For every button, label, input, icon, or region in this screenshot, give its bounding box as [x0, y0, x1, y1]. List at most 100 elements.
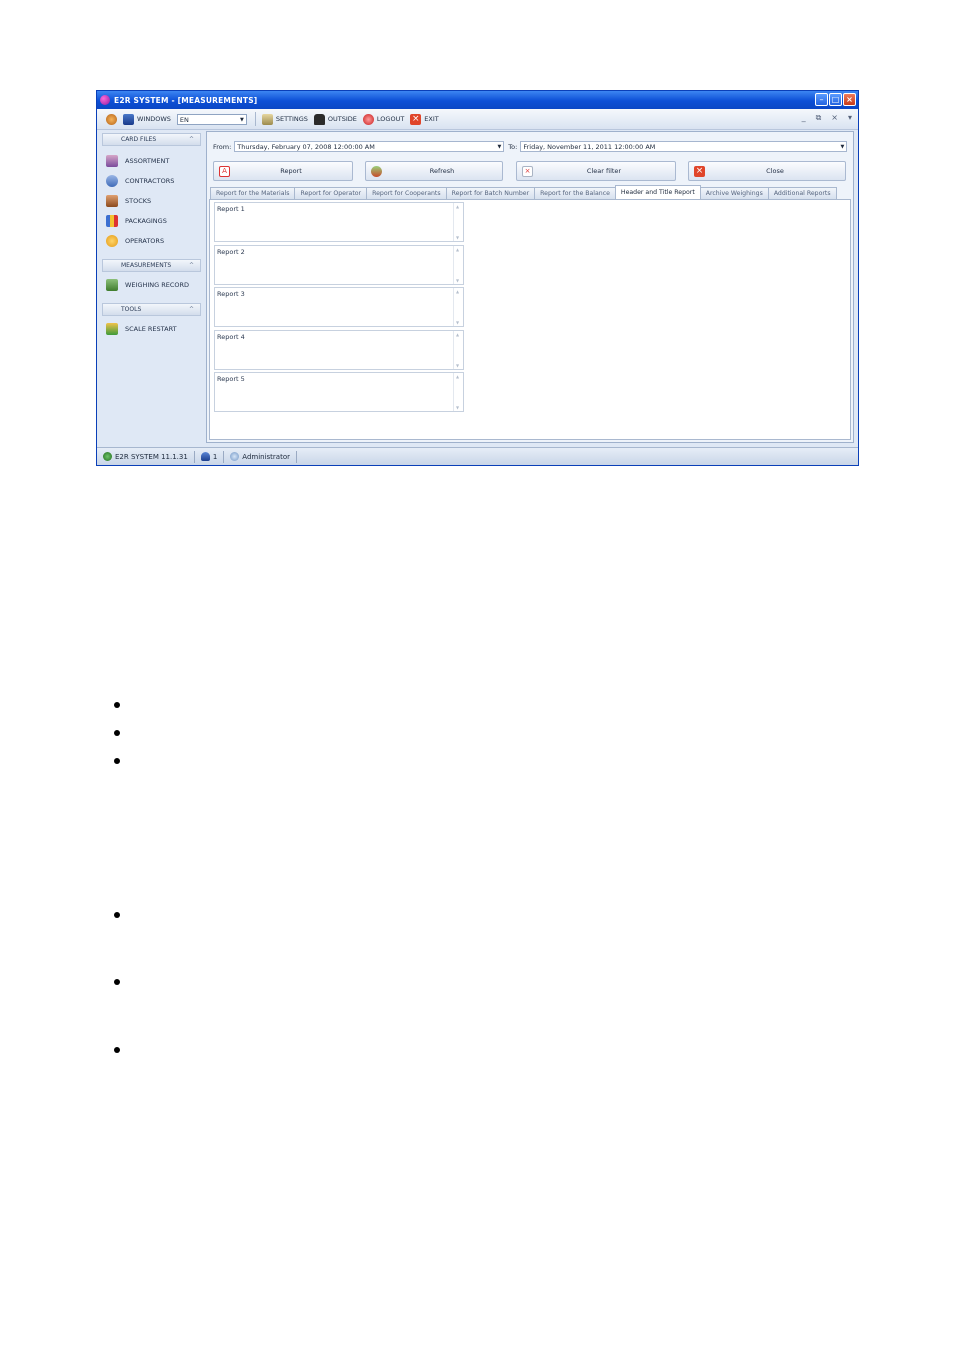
user-count-text: 1	[212, 452, 218, 461]
scrollbar[interactable]: ▲ ▼	[453, 373, 463, 411]
exit-icon: ×	[410, 113, 422, 125]
section-tools[interactable]: TOOLS ^	[102, 303, 201, 316]
to-date-picker[interactable]: Friday, November 11, 2011 12:00:00 AM ▼	[520, 141, 848, 152]
language-value: EN	[179, 115, 189, 124]
sidebar-item-label: WEIGHING RECORD	[125, 281, 190, 289]
clear-filter-icon: ×	[522, 165, 533, 177]
sidebar-item-contractors[interactable]: CONTRACTORS	[99, 171, 204, 191]
clear-filter-button[interactable]: × Clear filter	[516, 161, 676, 181]
report-label: Report 2	[217, 248, 245, 256]
from-date-picker[interactable]: Thursday, February 07, 2008 12:00:00 AM …	[234, 141, 505, 152]
sidebar-item-scale-restart[interactable]: SCALE RESTART	[99, 319, 204, 339]
close-window-button[interactable]: ×	[843, 93, 856, 106]
scrollbar[interactable]: ▲ ▼	[453, 203, 463, 241]
chevron-down-icon: ▼	[840, 144, 845, 150]
chevron-down-icon: ▼	[240, 116, 244, 123]
action-buttons: A Report Refresh × Clear filter × Close	[213, 161, 849, 181]
tab-balance[interactable]: Report for the Balance	[534, 187, 616, 199]
window-title: E2R SYSTEM - [MEASUREMENTS]	[114, 95, 258, 105]
app-logo-icon	[100, 95, 110, 105]
tab-content: Report 1 ▲ ▼ Report 2 ▲ ▼ Report 3 ▲ ▼ Repo…	[209, 199, 851, 440]
report-4-textarea[interactable]: Report 4 ▲ ▼	[214, 330, 464, 370]
from-date-value: Thursday, February 07, 2008 12:00:00 AM	[237, 143, 375, 151]
main-toolbar: WINDOWS EN ▼ SETTINGS OUTSIDE LOGOUT × E…	[97, 109, 858, 130]
monitor-icon	[123, 113, 134, 125]
close-button[interactable]: × Close	[688, 161, 846, 181]
section-title: CARD FILES	[121, 136, 157, 143]
report-2-textarea[interactable]: Report 2 ▲ ▼	[214, 245, 464, 285]
report-panel: From: Thursday, February 07, 2008 12:00:…	[206, 131, 854, 443]
scrollbar[interactable]: ▲ ▼	[453, 288, 463, 326]
tab-header-and-title-report[interactable]: Header and Title Report	[614, 185, 701, 199]
settings-button[interactable]: SETTINGS	[261, 113, 308, 125]
status-users: 1	[195, 450, 225, 463]
to-label: To:	[508, 142, 518, 151]
report-label: Report 1	[217, 205, 245, 213]
close-icon: ×	[694, 165, 705, 177]
section-measurements[interactable]: MEASUREMENTS ^	[102, 259, 201, 272]
tab-additional-reports[interactable]: Additional Reports	[767, 187, 837, 199]
version-text: E2R SYSTEM 11.1.31	[115, 452, 188, 461]
refresh-button-label: Refresh	[429, 167, 455, 175]
mdi-restore-button[interactable]: ⧉	[816, 113, 822, 123]
user-globe-icon	[230, 452, 240, 461]
list-bullet	[114, 912, 120, 918]
tab-materials[interactable]: Report for the Materials	[210, 187, 296, 199]
maximize-button[interactable]: □	[829, 93, 842, 106]
window-controls: – □ ×	[815, 93, 856, 106]
sidebar-item-stocks[interactable]: STOCKS	[99, 191, 204, 211]
outside-button[interactable]: OUTSIDE	[313, 113, 357, 125]
report-1-textarea[interactable]: Report 1 ▲ ▼	[214, 202, 464, 242]
tab-cooperants[interactable]: Report for Cooperants	[366, 187, 447, 199]
sidebar-item-assortment[interactable]: ASSORTMENT	[99, 151, 204, 171]
status-bar: E2R SYSTEM 11.1.31 1 Administrator	[97, 447, 858, 465]
report-button[interactable]: A Report	[213, 161, 353, 181]
app-status-icon	[103, 452, 112, 461]
sidebar-item-label: SCALE RESTART	[125, 325, 177, 333]
exit-button[interactable]: × EXIT	[410, 113, 439, 125]
report-button-label: Report	[280, 167, 302, 175]
sidebar-item-weighing-record[interactable]: WEIGHING RECORD	[99, 275, 204, 295]
language-select[interactable]: EN ▼	[176, 113, 247, 125]
report-5-textarea[interactable]: Report 5 ▲ ▼	[214, 372, 464, 412]
sidebar-item-label: ASSORTMENT	[125, 157, 170, 165]
sidebar-item-label: STOCKS	[125, 197, 152, 205]
mdi-menu-button[interactable]: ▾	[848, 113, 852, 123]
status-user: Administrator	[224, 450, 297, 463]
report-label: Report 5	[217, 375, 245, 383]
scrollbar[interactable]: ▲ ▼	[453, 331, 463, 369]
mdi-close-button[interactable]: ×	[831, 113, 838, 123]
application-window: E2R SYSTEM - [MEASUREMENTS] – □ × WINDOW…	[96, 90, 859, 466]
tab-archive-weighings[interactable]: Archive Weighings	[699, 187, 769, 199]
assortment-icon	[106, 155, 118, 167]
user-count-icon	[200, 452, 210, 461]
chevron-up-icon: ^	[188, 136, 194, 143]
user-icon[interactable]	[106, 113, 117, 125]
sidebar-item-packagings[interactable]: PACKAGINGS	[99, 211, 204, 231]
windows-menu[interactable]: WINDOWS	[123, 113, 171, 125]
clear-filter-button-label: Clear filter	[586, 167, 622, 175]
sidebar-item-label: CONTRACTORS	[125, 177, 175, 185]
list-bullet	[114, 758, 120, 764]
outside-label: OUTSIDE	[327, 115, 357, 123]
logout-button[interactable]: LOGOUT	[362, 113, 405, 125]
tab-operator[interactable]: Report for Operator	[294, 187, 368, 199]
refresh-button[interactable]: Refresh	[365, 161, 503, 181]
section-card-files[interactable]: CARD FILES ^	[102, 133, 201, 146]
list-bullet	[114, 702, 120, 708]
logout-label: LOGOUT	[376, 115, 405, 123]
pdf-icon: A	[219, 165, 230, 177]
settings-label: SETTINGS	[275, 115, 308, 123]
mdi-minimize-button[interactable]: _	[802, 113, 806, 123]
scrollbar[interactable]: ▲ ▼	[453, 246, 463, 284]
sidebar-item-label: OPERATORS	[125, 237, 165, 245]
list-bullet	[114, 979, 120, 985]
report-label: Report 4	[217, 333, 245, 341]
chevron-down-icon: ▼	[497, 144, 502, 150]
report-3-textarea[interactable]: Report 3 ▲ ▼	[214, 287, 464, 327]
refresh-icon	[371, 165, 382, 177]
minimize-button[interactable]: –	[815, 93, 828, 106]
sidebar-item-operators[interactable]: OPERATORS	[99, 231, 204, 251]
list-bullet	[114, 730, 120, 736]
tab-batch-number[interactable]: Report for Batch Number	[445, 187, 536, 199]
